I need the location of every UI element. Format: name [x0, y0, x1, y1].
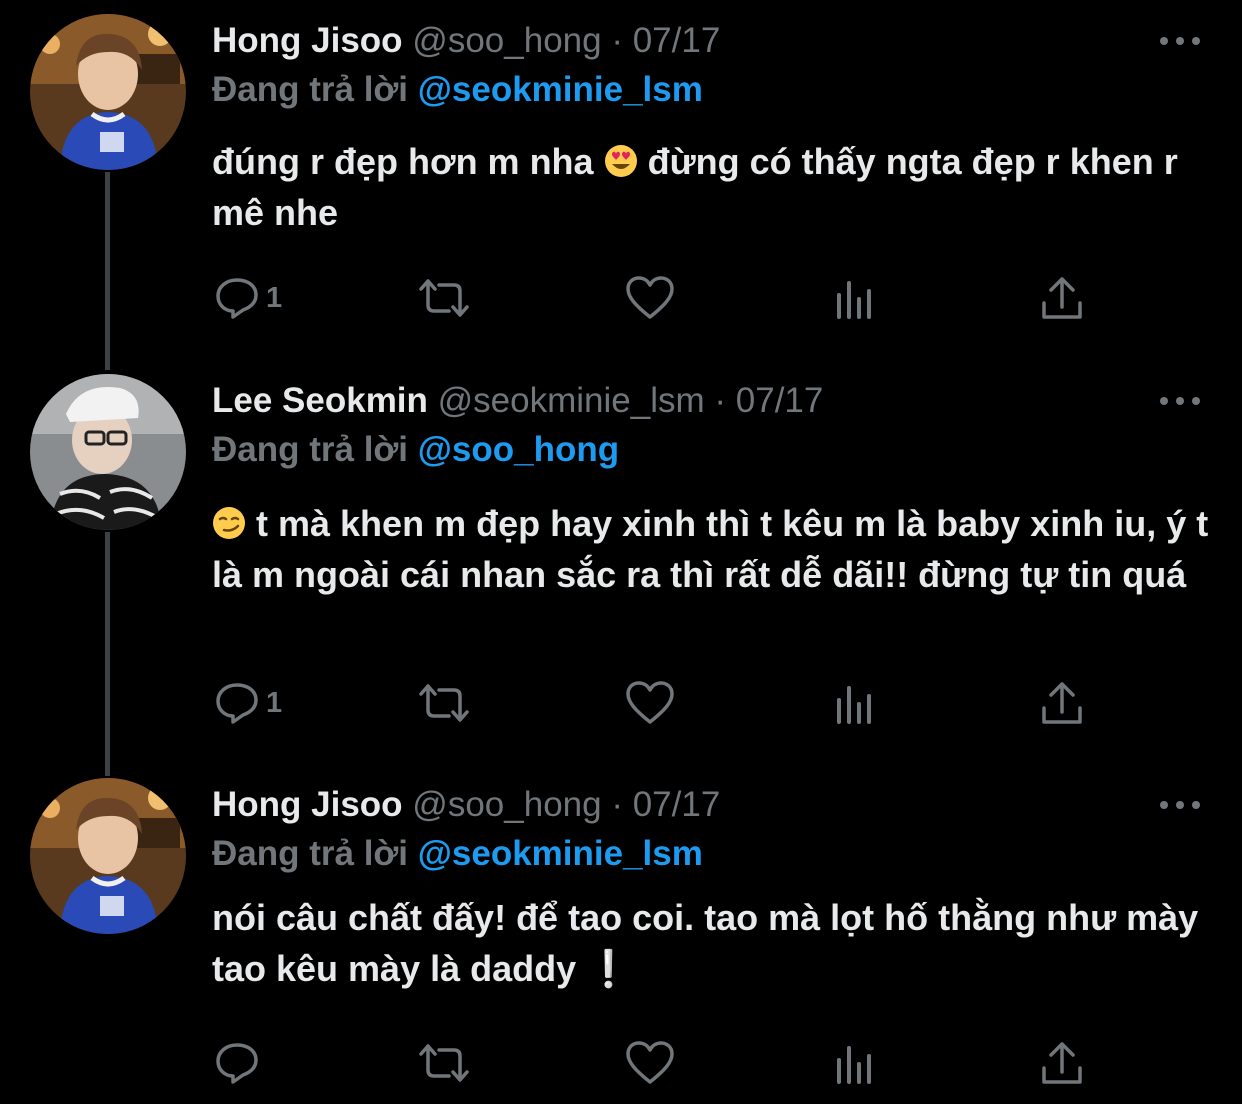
reply-button[interactable]: 1: [214, 679, 282, 727]
avatar[interactable]: [30, 374, 186, 530]
tweet-header: Lee Seokmin @seokminie_lsm · 07/17: [212, 379, 823, 423]
tweet[interactable]: Lee Seokmin @seokminie_lsm · 07/17 Đang …: [0, 360, 1242, 760]
user-handle[interactable]: @soo_hong: [412, 21, 601, 60]
retweet-button[interactable]: [415, 274, 473, 322]
reply-count: 1: [266, 686, 283, 719]
like-button[interactable]: [625, 274, 675, 322]
share-icon: [1042, 277, 1082, 319]
user-handle[interactable]: @seokminie_lsm: [438, 381, 705, 420]
replying-to: Đang trả lời @soo_hong: [212, 428, 619, 472]
tweet-text: đúng r đẹp hơn m nha đừng có thấy ngta đ…: [212, 136, 1212, 238]
retweet-icon: [419, 1044, 469, 1082]
tweet-date[interactable]: 07/17: [633, 785, 721, 824]
analytics-button[interactable]: [835, 274, 877, 322]
replying-to-label: Đang trả lời: [212, 834, 409, 873]
share-button[interactable]: [1040, 679, 1084, 727]
share-button[interactable]: [1040, 1039, 1084, 1087]
retweet-icon: [419, 684, 469, 722]
reply-to-handle-link[interactable]: @soo_hong: [418, 430, 619, 469]
tweet-header: Hong Jisoo @soo_hong · 07/17: [212, 783, 720, 827]
heart-icon: [626, 1041, 674, 1084]
display-name[interactable]: Lee Seokmin: [212, 381, 428, 420]
tweet-date[interactable]: 07/17: [736, 381, 824, 420]
reply-button[interactable]: 1: [214, 274, 282, 322]
separator: ·: [611, 21, 623, 60]
like-button[interactable]: [625, 1039, 675, 1087]
heart-icon: [626, 681, 674, 724]
heart-eyes-emoji-icon: [604, 140, 638, 177]
avatar[interactable]: [30, 14, 186, 170]
user-handle[interactable]: @soo_hong: [412, 785, 601, 824]
tweet-text-part: nói câu chất đấy! để tao coi. tao mà lọt…: [212, 897, 1199, 989]
retweet-icon: [419, 279, 469, 317]
reply-icon: [216, 683, 258, 724]
reply-to-handle-link[interactable]: @seokminie_lsm: [418, 70, 703, 109]
separator: ·: [611, 785, 623, 824]
analytics-icon: [837, 1046, 871, 1084]
tweet-text: nói câu chất đấy! để tao coi. tao mà lọt…: [212, 892, 1212, 994]
reply-icon: [216, 278, 258, 319]
display-name[interactable]: Hong Jisoo: [212, 785, 403, 824]
analytics-icon: [837, 686, 871, 724]
reply-count: 1: [266, 281, 283, 314]
avatar[interactable]: [30, 778, 186, 934]
share-icon: [1042, 682, 1082, 724]
retweet-button[interactable]: [415, 679, 473, 727]
reply-icon: [216, 1043, 258, 1084]
replying-to: Đang trả lời @seokminie_lsm: [212, 68, 703, 112]
tweet-text-part: t mà khen m đẹp hay xinh thì t kêu m là …: [212, 503, 1209, 595]
analytics-button[interactable]: [835, 679, 877, 727]
tweet[interactable]: Hong Jisoo @soo_hong · 07/17 Đang trả lờ…: [0, 764, 1242, 1104]
reply-button[interactable]: [214, 1039, 266, 1087]
heart-icon: [626, 276, 674, 319]
reply-to-handle-link[interactable]: @seokminie_lsm: [418, 834, 703, 873]
more-icon[interactable]: [1160, 379, 1200, 423]
tweet-header: Hong Jisoo @soo_hong · 07/17: [212, 19, 720, 63]
tweet-actions: [0, 1039, 1242, 1087]
display-name[interactable]: Hong Jisoo: [212, 21, 403, 60]
tweet[interactable]: Hong Jisoo @soo_hong · 07/17 Đang trả lờ…: [0, 0, 1242, 360]
replying-to: Đang trả lời @seokminie_lsm: [212, 832, 703, 876]
tweet-text: t mà khen m đẹp hay xinh thì t kêu m là …: [212, 498, 1212, 600]
replying-to-label: Đang trả lời: [212, 70, 409, 109]
retweet-button[interactable]: [415, 1039, 473, 1087]
more-icon[interactable]: [1160, 19, 1200, 63]
separator: ·: [714, 381, 727, 420]
like-button[interactable]: [625, 679, 675, 727]
analytics-button[interactable]: [835, 1039, 877, 1087]
smirk-emoji-icon: [212, 502, 246, 539]
share-icon: [1042, 1042, 1082, 1084]
tweet-actions: 1: [0, 679, 1242, 727]
tweet-text-part: đúng r đẹp hơn m nha: [212, 141, 594, 182]
tweet-date[interactable]: 07/17: [633, 21, 721, 60]
share-button[interactable]: [1040, 274, 1084, 322]
more-icon[interactable]: [1160, 783, 1200, 827]
analytics-icon: [837, 281, 871, 319]
replying-to-label: Đang trả lời: [212, 430, 409, 469]
tweet-actions: 1: [0, 274, 1242, 322]
